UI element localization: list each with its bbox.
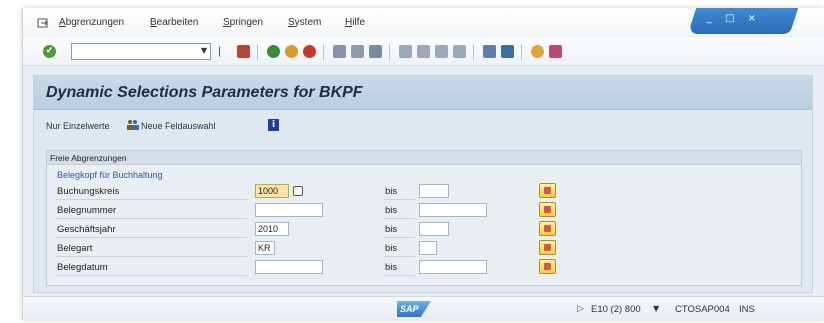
status-bar: SAP ▷ E10 (2) 800 ▼ CTOSAP004 INS (23, 296, 824, 320)
bis-underline (383, 237, 415, 238)
application-toolbar: Nur Einzelwerte Neue Feldauswahl i (34, 110, 812, 142)
free-selections-group: Freie Abgrenzungen Belegkopf für Buchhal… (46, 150, 802, 286)
layout-menu-icon[interactable] (549, 45, 562, 58)
toolbar-separator (389, 44, 390, 60)
multiple-selection-icon (544, 187, 551, 194)
find-next-icon[interactable] (369, 45, 382, 58)
field-underline (55, 218, 247, 219)
last-page-icon[interactable] (453, 45, 466, 58)
check-circle-icon[interactable]: ✔ (43, 45, 56, 58)
menu-system[interactable]: System (288, 17, 321, 28)
exit-icon[interactable] (285, 45, 298, 58)
field-label-geschaeftsjahr: Geschäftsjahr (57, 224, 116, 235)
buchungskreis-to-input[interactable] (419, 184, 449, 198)
field-label-buchungskreis: Buchungskreis (57, 186, 120, 197)
toolbar-separator (473, 44, 474, 60)
window-controls[interactable]: _ □ × (687, 8, 799, 34)
field-underline (55, 199, 247, 200)
belegart-from-input[interactable]: KR (255, 241, 275, 255)
system-dropdown-icon[interactable]: ▼ (653, 304, 659, 313)
status-mode: INS (739, 304, 755, 315)
multiple-selection-icon (544, 244, 551, 251)
window-controls-glyphs[interactable]: _ □ × (707, 13, 761, 24)
bis-underline (383, 256, 415, 257)
cancel-icon[interactable] (303, 45, 316, 58)
bis-underline (383, 199, 415, 200)
multiple-selection-button[interactable] (539, 259, 556, 274)
bis-label: bis (385, 186, 398, 197)
belegnummer-to-input[interactable] (419, 203, 487, 217)
information-icon[interactable]: i (268, 119, 279, 131)
menu-springen[interactable]: Springen (223, 17, 263, 28)
command-dropdown-icon[interactable]: ▼ (201, 46, 207, 55)
multiple-selection-button[interactable] (539, 202, 556, 217)
belegdatum-from-input[interactable] (255, 260, 323, 274)
bis-underline (383, 218, 415, 219)
field-label-belegdatum: Belegdatum (57, 262, 108, 273)
toolbar-separator (323, 44, 324, 60)
section-label: Belegkopf für Buchhaltung (57, 170, 163, 180)
menu-abgrenzungen[interactable]: Abgrenzungen (59, 17, 124, 28)
back-icon[interactable] (267, 45, 280, 58)
first-page-icon[interactable] (399, 45, 412, 58)
status-server: CTOSAP004 (675, 304, 730, 315)
multiple-selection-icon (544, 263, 551, 270)
menu-hilfe[interactable]: Hilfe (345, 17, 365, 28)
bis-label: bis (385, 224, 398, 235)
multiple-selection-icon (544, 225, 551, 232)
previous-page-icon[interactable] (417, 45, 430, 58)
field-underline (55, 275, 247, 276)
belegnummer-from-input[interactable] (255, 203, 323, 217)
status-toggle-icon[interactable]: ▷ (577, 304, 584, 314)
buchungskreis-from-input[interactable]: 1000 (255, 184, 289, 198)
belegdatum-to-input[interactable] (419, 260, 487, 274)
sap-logo: SAP (397, 301, 431, 317)
bis-label: bis (385, 205, 398, 216)
menubar: Abgrenzungen Bearbeiten Springen System … (23, 8, 824, 38)
belegart-to-input[interactable] (419, 241, 437, 255)
bis-label: bis (385, 243, 398, 254)
toolbar-separator (521, 44, 522, 60)
value-help-icon[interactable] (293, 186, 303, 196)
multiple-selection-icon (544, 206, 551, 213)
standard-toolbar: ✔ ▼ (23, 38, 824, 66)
menu-bearbeiten[interactable]: Bearbeiten (150, 17, 198, 28)
system-menu-icon[interactable] (37, 17, 49, 29)
back-arrow-icon[interactable] (219, 46, 227, 57)
page-title: Dynamic Selections Parameters for BKPF (46, 84, 363, 101)
new-field-selection-button[interactable]: Neue Feldauswahl (141, 121, 216, 131)
toolbar-separator (257, 44, 258, 60)
field-label-belegart: Belegart (57, 243, 93, 254)
bis-label: bis (385, 262, 398, 273)
field-underline (55, 256, 247, 257)
sap-window: Abgrenzungen Bearbeiten Springen System … (22, 8, 824, 320)
geschaeftsjahr-from-input[interactable]: 2010 (255, 222, 289, 236)
main-panel: Dynamic Selections Parameters for BKPF N… (33, 75, 813, 293)
multiple-selection-button[interactable] (539, 221, 556, 236)
status-system[interactable]: E10 (2) 800 (591, 304, 641, 315)
new-session-icon[interactable] (483, 45, 496, 58)
single-values-button[interactable]: Nur Einzelwerte (46, 121, 110, 131)
bis-underline (383, 275, 415, 276)
geschaeftsjahr-to-input[interactable] (419, 222, 449, 236)
command-field[interactable] (71, 43, 211, 60)
help-icon[interactable] (531, 45, 544, 58)
field-underline (55, 237, 247, 238)
field-label-belegnummer: Belegnummer (57, 205, 117, 216)
shortcut-icon[interactable] (501, 45, 514, 58)
title-bar: Dynamic Selections Parameters for BKPF (34, 76, 812, 110)
field-selection-icon[interactable] (126, 119, 140, 131)
find-icon[interactable] (351, 45, 364, 58)
print-icon[interactable] (333, 45, 346, 58)
multiple-selection-button[interactable] (539, 240, 556, 255)
group-header: Freie Abgrenzungen (47, 151, 801, 165)
next-page-icon[interactable] (435, 45, 448, 58)
save-icon[interactable] (237, 45, 250, 58)
multiple-selection-button[interactable] (539, 183, 556, 198)
